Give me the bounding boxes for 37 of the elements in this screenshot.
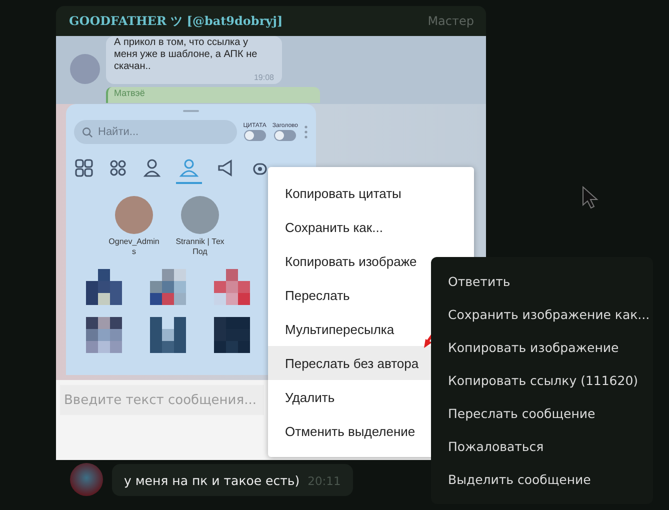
contact-name: Strannik | ТехПод (174, 237, 226, 257)
search-icon (82, 126, 93, 138)
pixelated-avatar (150, 269, 186, 305)
grid-squares-icon (74, 158, 94, 178)
chat-message-text: А прикол в том, что ссылка у меня уже в шаблоне, а АПК не скачан.. (114, 37, 258, 72)
avatar-placeholder[interactable] (181, 196, 219, 234)
menu-item[interactable]: Сохранить как... (268, 210, 474, 244)
toggle-switch[interactable] (274, 130, 296, 141)
menu-item[interactable]: Ответить (431, 265, 653, 298)
pixelated-avatar (214, 269, 250, 305)
menu-item[interactable]: Пожаловаться (431, 430, 653, 463)
grid-circles-icon (108, 158, 128, 178)
drag-handle[interactable] (183, 110, 199, 112)
avatar-placeholder (70, 54, 100, 84)
toggle-switch[interactable] (244, 130, 266, 141)
cursor-icon (582, 186, 600, 210)
message-input[interactable]: Введите текст сообщения... (60, 385, 264, 415)
group-icon (179, 158, 199, 178)
member-role: Мастер (428, 14, 474, 28)
reply-author: Матвэё (114, 88, 145, 98)
person-icon (142, 158, 162, 178)
pixelated-avatar (86, 269, 122, 305)
contact-name: Ognev_Admins (108, 237, 160, 257)
pixelated-avatar (150, 317, 186, 353)
avatar-placeholder[interactable] (115, 196, 153, 234)
menu-item[interactable]: Сохранить изображение как... (431, 298, 653, 331)
pixelated-avatar (86, 317, 122, 353)
search-field[interactable]: Найти... (98, 126, 178, 138)
menu-item[interactable]: Копировать цитаты (268, 176, 474, 210)
avatar-placeholder[interactable] (70, 463, 103, 496)
more-icon[interactable] (304, 125, 308, 139)
message-time: 19:08 (252, 73, 274, 82)
pixelated-avatar (214, 317, 250, 353)
message-text: у меня на пк и такое есть) (124, 472, 300, 488)
menu-item[interactable]: Выделить сообщение (431, 463, 653, 496)
author-name[interactable]: GOODFATHER ツ [@bat9dobryj] (69, 12, 283, 30)
menu-item[interactable]: Переслать сообщение (431, 397, 653, 430)
